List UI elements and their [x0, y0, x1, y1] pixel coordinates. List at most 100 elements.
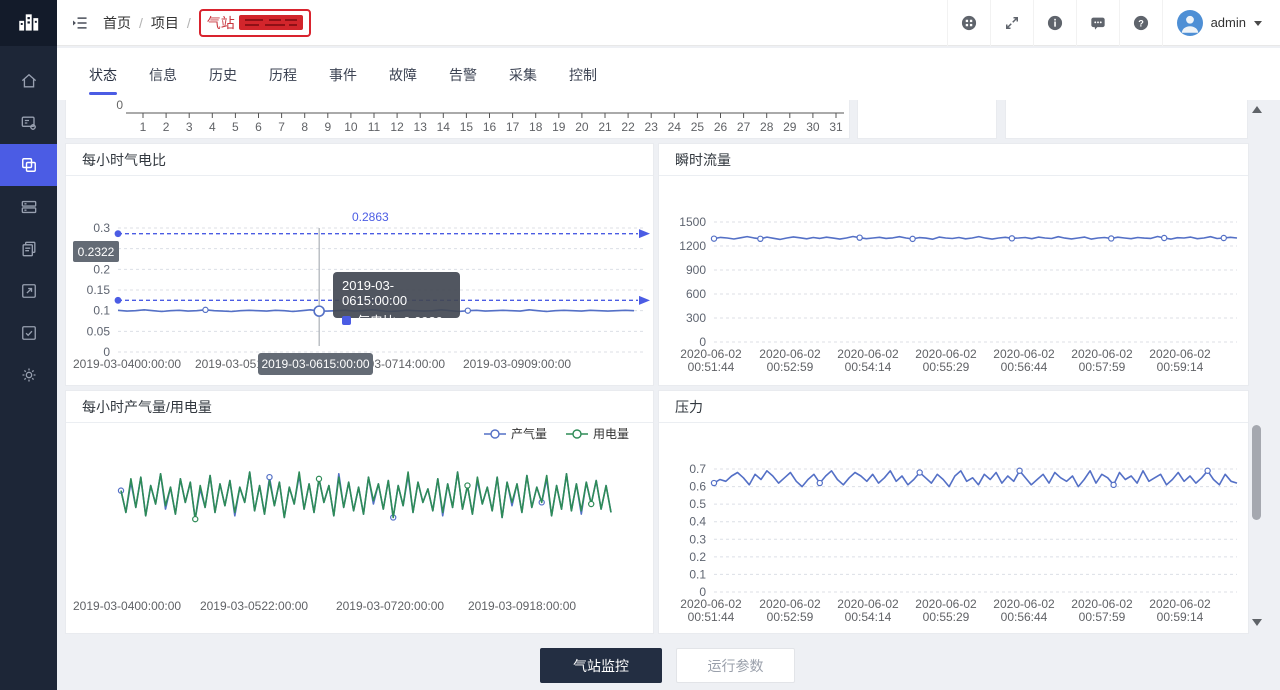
scroll-up-arrow[interactable] [1252, 106, 1262, 113]
sidebar [0, 0, 57, 690]
sidebar-item-audit[interactable] [0, 312, 57, 354]
info-button[interactable] [1033, 0, 1076, 46]
apps-button[interactable] [947, 0, 990, 46]
card-pressure: 压力 0.70.60.50.40.30.20.102020-06-0200:51… [658, 390, 1249, 634]
breadcrumb-home[interactable]: 首页 [103, 13, 131, 33]
tab-事件[interactable]: 事件 [329, 48, 357, 100]
svg-text:00:57:59: 00:57:59 [1079, 360, 1126, 374]
chart-tooltip: 2019-03-0615:00:00 气电比: 0.0989 [333, 272, 460, 318]
legend-item-产气量[interactable]: 产气量 [483, 425, 547, 442]
chevron-down-icon [1254, 21, 1262, 26]
legend-item-用电量[interactable]: 用电量 [565, 425, 629, 442]
svg-text:19: 19 [552, 120, 566, 134]
check-square-icon [19, 323, 39, 343]
svg-text:00:59:14: 00:59:14 [1157, 610, 1204, 624]
fullscreen-icon [1003, 14, 1021, 32]
svg-text:00:55:29: 00:55:29 [923, 610, 970, 624]
svg-text:2020-06-02: 2020-06-02 [1071, 347, 1133, 361]
avatar [1177, 10, 1203, 36]
svg-text:17: 17 [506, 120, 520, 134]
tab-告警[interactable]: 告警 [449, 48, 477, 100]
fullscreen-button[interactable] [990, 0, 1033, 46]
tab-信息[interactable]: 信息 [149, 48, 177, 100]
svg-text:2020-06-02: 2020-06-02 [1149, 347, 1211, 361]
flow-chart-canvas[interactable]: 1500120090060030002020-06-0200:51:442020… [659, 176, 1248, 386]
tab-历程[interactable]: 历程 [269, 48, 297, 100]
x-axis-pointer-label: 2019-03-0615:00:00 [258, 353, 373, 375]
chart-title: 每小时气电比 [66, 144, 653, 176]
tab-历史[interactable]: 历史 [209, 48, 237, 100]
tab-采集[interactable]: 采集 [509, 48, 537, 100]
scrollbar-thumb[interactable] [1252, 425, 1261, 520]
svg-text:2020-06-02: 2020-06-02 [680, 347, 742, 361]
top-bar: 首页 / 项目 / 气站 ? a [57, 0, 1280, 46]
breadcrumb-project[interactable]: 项目 [151, 13, 179, 33]
breadcrumb-station[interactable]: 气站 [199, 9, 311, 37]
chart-title: 瞬时流量 [659, 144, 1248, 176]
svg-text:2020-06-02: 2020-06-02 [1071, 597, 1133, 611]
svg-text:00:56:44: 00:56:44 [1001, 360, 1048, 374]
svg-text:0.5: 0.5 [689, 497, 706, 511]
tab-控制[interactable]: 控制 [569, 48, 597, 100]
svg-text:?: ? [1138, 18, 1144, 28]
card-production: 每小时产气量/用电量 产气量 用电量 2019-03-0400:00:00201… [65, 390, 654, 634]
svg-text:25: 25 [691, 120, 705, 134]
svg-text:20: 20 [575, 120, 589, 134]
chart-legend: 产气量 用电量 [483, 425, 629, 442]
overlap-squares-icon [19, 155, 39, 175]
tab-bar: 状态信息历史历程事件故障告警采集控制 [57, 48, 1280, 100]
svg-text:1: 1 [140, 120, 147, 134]
svg-text:10: 10 [344, 120, 358, 134]
scroll-down-arrow[interactable] [1252, 619, 1262, 626]
svg-text:00:52:59: 00:52:59 [767, 360, 814, 374]
svg-text:22: 22 [621, 120, 635, 134]
vertical-scrollbar [1250, 100, 1263, 634]
apps-icon [959, 13, 979, 33]
sidebar-item-device-list[interactable] [0, 186, 57, 228]
legend-line-icon [483, 428, 507, 440]
app-logo[interactable] [0, 0, 57, 46]
user-menu[interactable]: admin [1162, 0, 1280, 46]
station-name: 气站 [207, 13, 235, 33]
svg-text:12: 12 [390, 120, 404, 134]
pressure-chart-canvas[interactable]: 0.70.60.50.40.30.20.102020-06-0200:51:44… [659, 423, 1248, 634]
svg-text:0.3: 0.3 [689, 532, 706, 546]
svg-text:27: 27 [737, 120, 751, 134]
username: admin [1211, 15, 1246, 30]
tab-故障[interactable]: 故障 [389, 48, 417, 100]
production-chart-canvas[interactable]: 2019-03-0400:00:002019-03-0522:00:002019… [66, 423, 653, 634]
menu-fold-icon[interactable] [57, 0, 103, 46]
breadcrumb-separator: / [139, 15, 143, 31]
info-icon [1045, 13, 1065, 33]
sidebar-item-home[interactable] [0, 60, 57, 102]
svg-text:21: 21 [598, 120, 612, 134]
svg-text:2020-06-02: 2020-06-02 [915, 597, 977, 611]
documents-icon [19, 239, 39, 259]
svg-text:0: 0 [116, 100, 123, 112]
chart-title: 压力 [659, 391, 1248, 423]
help-button[interactable]: ? [1119, 0, 1162, 46]
run-params-button[interactable]: 运行参数 [676, 648, 795, 683]
daily-axis-chart-canvas[interactable]: 0123456789101112131415161718192021222324… [66, 100, 849, 137]
svg-text:2019-03-0918:00:00: 2019-03-0918:00:00 [468, 599, 576, 613]
svg-text:9: 9 [324, 120, 331, 134]
svg-text:0.1: 0.1 [689, 567, 706, 581]
breadcrumb: 首页 / 项目 / 气站 [103, 9, 311, 37]
tooltip-value: 气电比: 0.0989 [357, 311, 443, 330]
tab-状态[interactable]: 状态 [89, 48, 117, 100]
svg-text:13: 13 [414, 120, 428, 134]
sidebar-item-share[interactable] [0, 270, 57, 312]
message-button[interactable] [1076, 0, 1119, 46]
svg-text:0.6: 0.6 [689, 480, 706, 494]
station-monitor-button[interactable]: 气站监控 [540, 648, 662, 683]
svg-text:0.2: 0.2 [93, 262, 110, 276]
card-flow: 瞬时流量 1500120090060030002020-06-0200:51:4… [658, 143, 1249, 386]
sidebar-item-monitor[interactable] [0, 144, 57, 186]
svg-text:1200: 1200 [679, 239, 706, 253]
home-icon [19, 71, 39, 91]
svg-text:2020-06-02: 2020-06-02 [680, 597, 742, 611]
sidebar-item-settings[interactable] [0, 354, 57, 396]
top-actions: ? admin [947, 0, 1280, 46]
sidebar-item-documents[interactable] [0, 228, 57, 270]
sidebar-item-device-config[interactable] [0, 102, 57, 144]
